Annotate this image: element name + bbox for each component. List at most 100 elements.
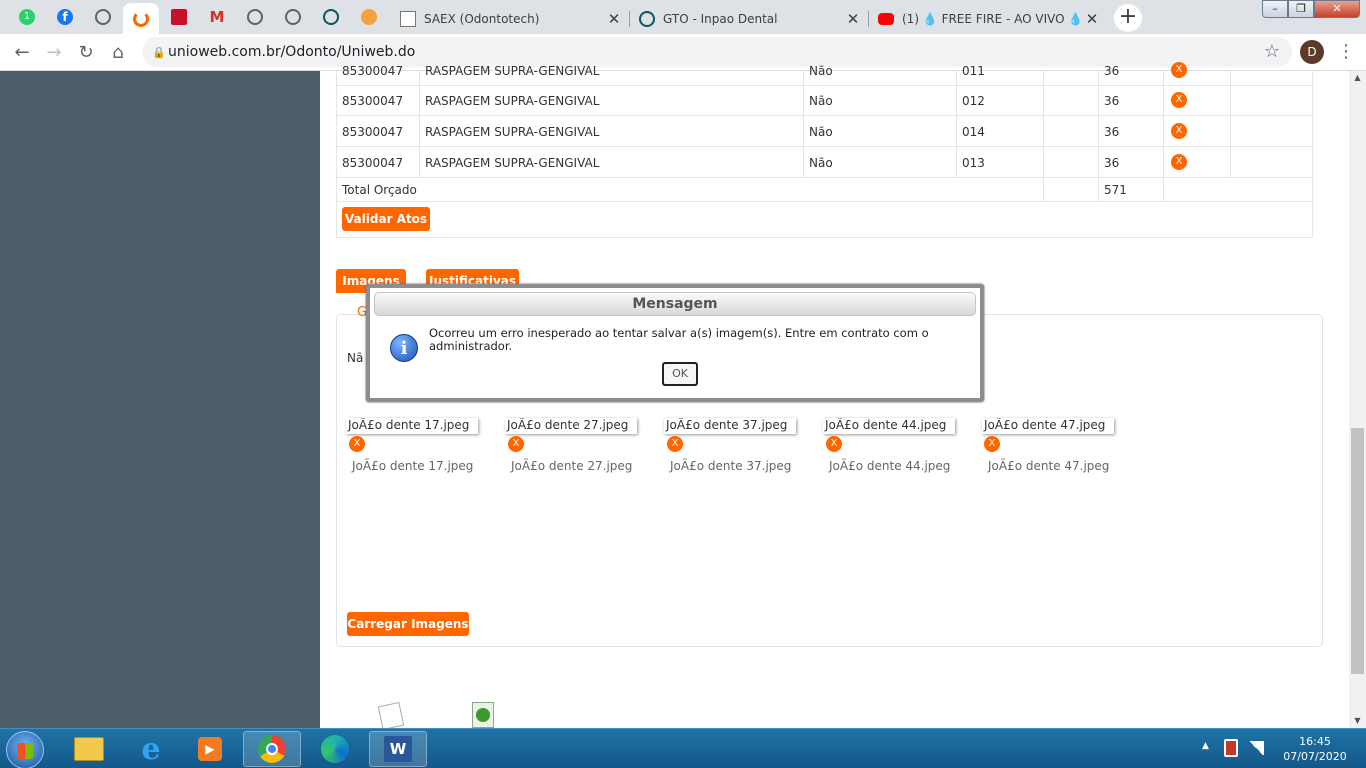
broken-image: JoÃ£o dente 37.jpeg	[664, 418, 796, 434]
remove-row-button[interactable]: X	[1171, 62, 1187, 78]
tab-saex[interactable]: SAEX (Odontotech) ✕	[392, 3, 630, 34]
carregar-imagens-button[interactable]: Carregar Imagens	[347, 612, 469, 636]
globe-icon	[285, 9, 301, 25]
maximize-window-button[interactable]: ❐	[1288, 0, 1314, 18]
image-caption: JoÃ£o dente 27.jpeg	[511, 459, 633, 473]
sun-icon	[361, 9, 377, 25]
table-row: 85300047 RASPAGEM SUPRA-GENGIVAL Não 014…	[336, 116, 1313, 147]
signal-strength-icon[interactable]	[1248, 741, 1264, 755]
pinned-tab-globe[interactable]	[279, 6, 307, 28]
procedure-name: RASPAGEM SUPRA-GENGIVAL	[425, 156, 600, 170]
word-icon: W	[384, 736, 412, 762]
youtube-icon	[878, 12, 894, 25]
image-alt-text: JoÃ£o dente 37.jpeg	[666, 418, 788, 432]
system-clock[interactable]: 16:45 07/07/2020	[1270, 734, 1360, 764]
pinned-tab-uniodonto[interactable]	[123, 3, 159, 34]
procedure-code: 85300047	[342, 64, 404, 78]
chrome-icon	[258, 735, 286, 763]
procedure-name: RASPAGEM SUPRA-GENGIVAL	[425, 125, 600, 139]
taskbar-edge[interactable]	[306, 731, 364, 767]
scroll-up-icon[interactable]: ▲	[1349, 71, 1366, 85]
pinned-tab-sun[interactable]	[355, 6, 383, 28]
procedure-flag: Não	[809, 125, 833, 139]
pinned-tab-facebook[interactable]: f	[51, 6, 79, 28]
scroll-down-icon[interactable]: ▼	[1349, 714, 1366, 728]
table-row: 85300047 RASPAGEM SUPRA-GENGIVAL Não 011…	[336, 55, 1313, 86]
image-caption: JoÃ£o dente 17.jpeg	[352, 459, 474, 473]
remove-image-button[interactable]: X	[667, 436, 683, 452]
taskbar-file-explorer[interactable]	[60, 731, 118, 767]
message-dialog: Mensagem i Ocorreu um erro inesperado ao…	[366, 284, 984, 402]
pinned-tab-store[interactable]	[165, 6, 193, 28]
remove-image-button[interactable]: X	[826, 436, 842, 452]
scrollbar-thumb[interactable]	[1351, 428, 1364, 674]
total-value: 571	[1104, 183, 1127, 197]
procedure-value: 36	[1104, 156, 1120, 170]
reload-icon[interactable]: ↻	[74, 41, 98, 65]
gto-icon	[639, 10, 655, 27]
close-tab-icon[interactable]: ✕	[606, 10, 622, 28]
windows-logo-icon	[17, 743, 33, 759]
procedure-flag: Não	[809, 156, 833, 170]
procedure-flag: Não	[809, 64, 833, 78]
taskbar-word[interactable]: W	[369, 731, 427, 767]
remove-row-button[interactable]: X	[1171, 154, 1187, 170]
edge-icon	[321, 735, 349, 763]
info-icon: i	[390, 334, 418, 362]
tab-title: GTO - Inpao Dental	[663, 11, 778, 26]
broken-image: JoÃ£o dente 44.jpeg	[823, 418, 955, 434]
table-bottom-border	[336, 237, 1313, 238]
taskbar-internet-explorer[interactable]: e	[122, 731, 180, 767]
procedure-name: RASPAGEM SUPRA-GENGIVAL	[425, 94, 600, 108]
image-caption: JoÃ£o dente 44.jpeg	[829, 459, 951, 473]
remove-image-button[interactable]: X	[508, 436, 524, 452]
edit-document-icon[interactable]	[377, 701, 405, 731]
pinned-tab-gto[interactable]	[317, 6, 345, 28]
lock-icon: 🔒	[152, 45, 166, 59]
ok-button[interactable]: OK	[662, 362, 698, 386]
close-tab-icon[interactable]: ✕	[845, 10, 861, 28]
remove-image-button[interactable]: X	[984, 436, 1000, 452]
validar-atos-button[interactable]: Validar Atos	[342, 207, 430, 231]
broken-image: JoÃ£o dente 27.jpeg	[505, 418, 637, 434]
procedure-code: 85300047	[342, 125, 404, 139]
remove-row-button[interactable]: X	[1171, 92, 1187, 108]
image-alt-text: JoÃ£o dente 44.jpeg	[825, 418, 947, 432]
taskbar-media-player[interactable]: ▶	[181, 731, 239, 767]
tab-title: SAEX (Odontotech)	[424, 11, 540, 26]
pinned-tab-gmail[interactable]: M	[203, 6, 231, 28]
approve-document-icon[interactable]	[472, 702, 494, 728]
new-tab-button[interactable]: +	[1114, 4, 1142, 32]
tab-gto-inpao[interactable]: GTO - Inpao Dental ✕	[631, 3, 869, 34]
taskbar-chrome[interactable]	[243, 731, 301, 767]
total-label: Total Orçado	[342, 183, 417, 197]
image-alt-text: JoÃ£o dente 17.jpeg	[348, 418, 470, 432]
pinned-tab-whatsapp[interactable]: 1	[13, 6, 41, 28]
procedure-value: 36	[1104, 125, 1120, 139]
procedure-code: 85300047	[342, 94, 404, 108]
windows-taskbar: e ▶ W ▲ 16:45 07/07/2020	[0, 728, 1366, 768]
whatsapp-icon: 1	[19, 9, 35, 25]
remove-image-button[interactable]: X	[349, 436, 365, 452]
minimize-window-button[interactable]: –	[1262, 0, 1288, 18]
show-hidden-icons[interactable]: ▲	[1202, 741, 1209, 751]
network-warning-icon[interactable]	[1224, 739, 1238, 757]
total-row: Total Orçado 571	[336, 178, 1313, 202]
pinned-tab-globe[interactable]	[241, 6, 269, 28]
home-icon[interactable]: ⌂	[106, 41, 130, 65]
tab-youtube[interactable]: (1) 💧 FREE FIRE - AO VIVO 💧 BA ✕	[870, 3, 1108, 34]
browser-menu-icon[interactable]: ⋮	[1334, 40, 1358, 64]
procedure-value: 36	[1104, 94, 1120, 108]
panel-text: Nã	[347, 351, 364, 365]
close-tab-icon[interactable]: ✕	[1084, 10, 1100, 28]
pinned-tab-globe[interactable]	[89, 6, 117, 28]
remove-row-button[interactable]: X	[1171, 123, 1187, 139]
image-caption: JoÃ£o dente 37.jpeg	[670, 459, 792, 473]
back-arrow-icon[interactable]: ←	[10, 41, 34, 65]
procedure-value: 36	[1104, 64, 1120, 78]
close-window-button[interactable]: ✕	[1314, 0, 1360, 18]
start-button[interactable]	[6, 731, 44, 768]
forward-arrow-icon[interactable]: →	[42, 41, 66, 65]
tooth-number: 014	[962, 125, 985, 139]
tab-title: (1) 💧 FREE FIRE - AO VIVO 💧 BA	[902, 11, 1084, 26]
